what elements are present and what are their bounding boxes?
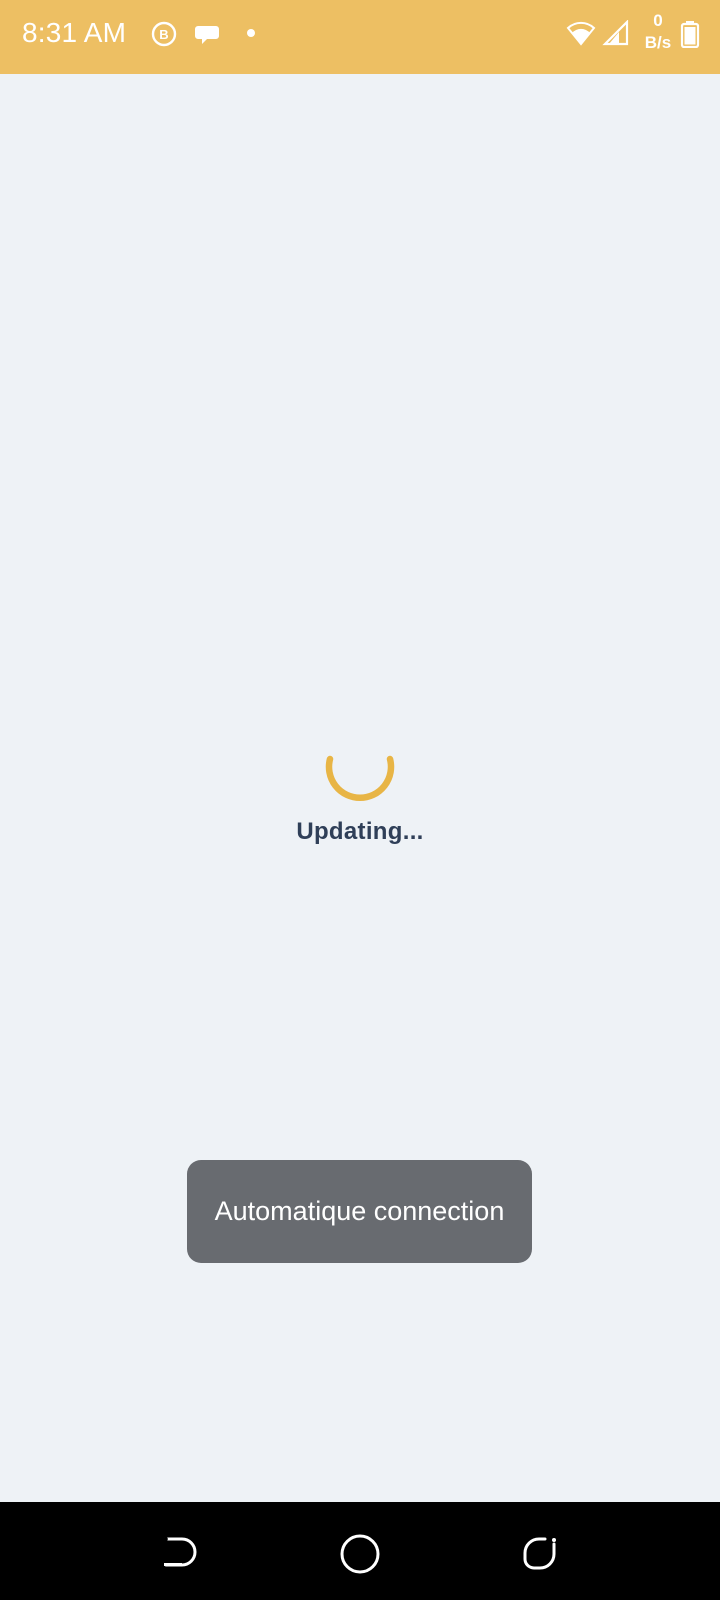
updating-status-text: Updating... [296, 818, 424, 845]
toast-text: Automatique connection [214, 1196, 505, 1226]
status-bar: 8:31 AM B 0 B/s [0, 0, 720, 74]
status-time: 8:31 AM [22, 17, 127, 48]
app-screen: 8:31 AM B 0 B/s Updating... Automatique … [0, 0, 720, 1600]
network-speed-value: 0 [653, 11, 663, 30]
loading-spinner-icon [325, 755, 395, 801]
chat-bubble-icon [195, 26, 219, 44]
back-icon[interactable] [158, 1532, 202, 1576]
wifi-icon [566, 21, 596, 46]
svg-text:B: B [159, 27, 168, 42]
cellular-signal-icon [602, 20, 629, 46]
toast-message: Automatique connection [187, 1160, 532, 1263]
battery-icon [680, 21, 700, 48]
notification-dot-icon [247, 29, 255, 37]
navigation-bar [0, 1502, 720, 1600]
recent-apps-icon[interactable] [518, 1532, 562, 1576]
network-speed-unit: B/s [644, 33, 672, 52]
home-icon[interactable] [338, 1532, 382, 1576]
network-speed-indicator: 0 B/s [638, 10, 678, 54]
b-badge-icon: B [151, 21, 177, 47]
